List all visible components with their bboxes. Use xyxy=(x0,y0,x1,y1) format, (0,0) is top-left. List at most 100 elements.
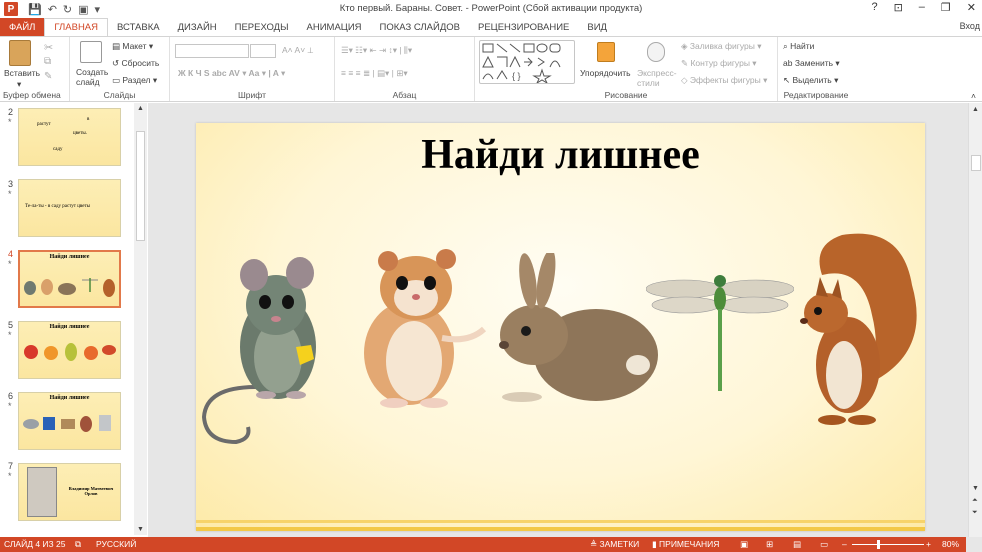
tab-animations[interactable]: АНИМАЦИЯ xyxy=(298,18,371,36)
arrange-button[interactable]: Упорядочить xyxy=(580,68,631,78)
previous-slide-icon[interactable]: ⏶ xyxy=(972,497,978,505)
rabbit-image[interactable] xyxy=(488,253,668,413)
customize-toolbar-icon[interactable]: ▾ xyxy=(95,3,101,16)
select-button[interactable]: ↖ Выделить ▾ xyxy=(783,75,838,86)
author-portrait xyxy=(27,467,57,517)
slide-thumbnail-4[interactable]: Найди лишнее xyxy=(18,250,121,308)
shapes-gallery[interactable]: { } xyxy=(479,40,575,85)
window-controls: ? ⊡ – ❐ ✕ xyxy=(871,1,976,14)
minimize-button[interactable]: – xyxy=(919,1,925,14)
zoom-slider-thumb[interactable] xyxy=(877,540,880,549)
tab-home[interactable]: ГЛАВНАЯ xyxy=(44,18,108,36)
sign-in-link[interactable]: Вход xyxy=(960,21,980,31)
language-indicator[interactable]: РУССКИЙ xyxy=(96,539,136,549)
close-button[interactable]: ✕ xyxy=(967,1,976,14)
arrange-icon[interactable] xyxy=(597,42,615,62)
slideshow-view-icon[interactable]: ▭ xyxy=(820,539,828,550)
undo-icon[interactable]: ↶ xyxy=(48,3,57,16)
zoom-in-icon[interactable]: + xyxy=(926,539,931,549)
reset-button[interactable]: ↺ Сбросить xyxy=(112,58,159,69)
thumb-text: в xyxy=(87,117,90,122)
cut-icon[interactable]: ✂ xyxy=(44,41,53,54)
thumbnail-scrollbar[interactable]: ▲ ▼ xyxy=(134,103,147,535)
ribbon-display-options-button[interactable]: ⊡ xyxy=(894,1,903,14)
save-icon[interactable]: 💾 xyxy=(28,3,42,16)
main-scrollbar[interactable]: ▲ ▼ ⏶ ⏷ xyxy=(968,103,982,537)
copy-icon[interactable]: ⧉ xyxy=(44,56,51,67)
hamster-image[interactable] xyxy=(344,243,494,413)
scroll-up-icon[interactable]: ▲ xyxy=(972,106,979,113)
thumb-star: * xyxy=(8,117,12,127)
normal-view-icon[interactable]: ▣ xyxy=(740,539,748,550)
tab-slideshow[interactable]: ПОКАЗ СЛАЙДОВ xyxy=(371,18,469,36)
scroll-thumb[interactable] xyxy=(971,155,981,171)
slide-thumbnail-7[interactable]: Владимир Матвеевич Орлов xyxy=(18,463,121,521)
tab-review[interactable]: РЕЦЕНЗИРОВАНИЕ xyxy=(469,18,578,36)
clipboard-group: Вставить ▾ ✂ ⧉ ✎ Буфер обмена xyxy=(0,37,70,101)
slide-thumbnail-2[interactable]: растут в цветы. саду xyxy=(18,108,121,166)
shape-outline-button[interactable]: ✎ Контур фигуры ▾ xyxy=(681,58,757,69)
layout-button[interactable]: ▤ Макет ▾ xyxy=(112,41,153,52)
tab-design[interactable]: ДИЗАЙН xyxy=(169,18,226,36)
align-buttons[interactable]: ≡ ≡ ≡ ≣ | ▤▾ | ⊞▾ xyxy=(341,68,408,79)
font-size-combobox[interactable] xyxy=(250,44,276,58)
mouse-image[interactable] xyxy=(196,247,336,447)
spelling-check-icon[interactable]: ⧉ xyxy=(75,539,81,550)
current-slide[interactable]: Найди лишнее xyxy=(196,123,925,531)
collapse-ribbon-icon[interactable]: ˄ xyxy=(971,91,976,101)
powerpoint-app-icon[interactable]: P xyxy=(4,2,18,16)
zoom-level[interactable]: 80% xyxy=(942,539,959,549)
section-button[interactable]: ▭ Раздел ▾ xyxy=(112,75,157,86)
window-title: Кто первый. Бараны. Совет. - PowerPoint … xyxy=(339,3,643,14)
notes-button[interactable]: ≜ ЗАМЕТКИ xyxy=(590,539,639,550)
new-slide-button[interactable]: Создать слайд xyxy=(76,67,110,87)
paste-icon[interactable] xyxy=(9,40,31,66)
comments-button[interactable]: ▮ ПРИМЕЧАНИЯ xyxy=(652,539,719,550)
format-painter-icon[interactable]: ✎ xyxy=(44,71,52,82)
slide-title[interactable]: Найди лишнее xyxy=(196,131,925,179)
paste-dropdown-icon[interactable]: ▾ xyxy=(17,79,21,90)
tab-insert[interactable]: ВСТАВКА xyxy=(108,18,169,36)
scroll-down-icon[interactable]: ▼ xyxy=(137,526,144,533)
list-buttons[interactable]: ☰▾ ☷▾ ⇤ ⇥ ↕▾ | ⫼▾ xyxy=(341,45,412,56)
font-format-buttons[interactable]: Ж К Ч S abc AV ▾ Aa ▾ | A ▾ xyxy=(178,68,285,79)
slides-group-label: Слайды xyxy=(103,90,136,100)
find-label: Найти xyxy=(790,41,815,51)
shape-effects-button[interactable]: ◇ Эффекты фигуры ▾ xyxy=(681,75,767,86)
reading-view-icon[interactable]: ▤ xyxy=(793,539,801,550)
dragonfly-image[interactable] xyxy=(646,271,794,397)
new-slide-icon[interactable] xyxy=(80,41,102,63)
paste-button[interactable]: Вставить xyxy=(4,68,40,78)
tab-view[interactable]: ВИД xyxy=(578,18,616,36)
slide-sorter-icon[interactable]: ⊞ xyxy=(766,539,773,550)
thumb-animals-preview xyxy=(24,278,115,297)
slide-thumbnail-3[interactable]: Те-ла-ты - в саду растут цветы xyxy=(18,179,121,237)
slide-thumbnail-6[interactable]: Найди лишнее xyxy=(18,392,121,450)
next-slide-icon[interactable]: ⏷ xyxy=(972,509,978,517)
fit-to-window-icon[interactable] xyxy=(966,537,982,552)
find-button[interactable]: ⌕ Найти xyxy=(783,41,814,52)
zoom-out-icon[interactable]: – xyxy=(842,539,847,549)
scroll-down-icon[interactable]: ▼ xyxy=(972,485,979,492)
start-slideshow-icon[interactable]: ▣ xyxy=(78,3,88,16)
font-name-combobox[interactable] xyxy=(175,44,249,58)
tab-file[interactable]: ФАЙЛ xyxy=(0,18,45,36)
shape-fill-button[interactable]: ◈ Заливка фигуры ▾ xyxy=(681,41,761,52)
quick-styles-button[interactable]: Экспресс-стили xyxy=(637,68,677,88)
squirrel-image[interactable] xyxy=(792,225,922,435)
scroll-up-icon[interactable]: ▲ xyxy=(137,105,144,112)
zoom-slider[interactable] xyxy=(852,544,924,545)
replace-button[interactable]: ab Заменить ▾ xyxy=(783,58,840,69)
status-bar: СЛАЙД 4 ИЗ 25 ⧉ РУССКИЙ ≜ ЗАМЕТКИ ▮ ПРИМ… xyxy=(0,537,982,552)
restore-button[interactable]: ❐ xyxy=(941,1,951,14)
slide-thumbnail-5[interactable]: Найди лишнее xyxy=(18,321,121,379)
redo-icon[interactable]: ↻ xyxy=(63,3,72,16)
font-size-buttons[interactable]: A˄ A˅ ⟂ xyxy=(282,45,313,56)
title-bar: P 💾 ↶ ↻ ▣ ▾ Кто первый. Бараны. Совет. -… xyxy=(0,0,982,18)
quick-styles-icon[interactable] xyxy=(647,42,665,62)
tab-transitions[interactable]: ПЕРЕХОДЫ xyxy=(226,18,298,36)
help-button[interactable]: ? xyxy=(871,1,877,14)
notes-label: ЗАМЕТКИ xyxy=(599,539,640,549)
scroll-thumb[interactable] xyxy=(136,131,145,241)
thumb-star: * xyxy=(8,189,12,199)
